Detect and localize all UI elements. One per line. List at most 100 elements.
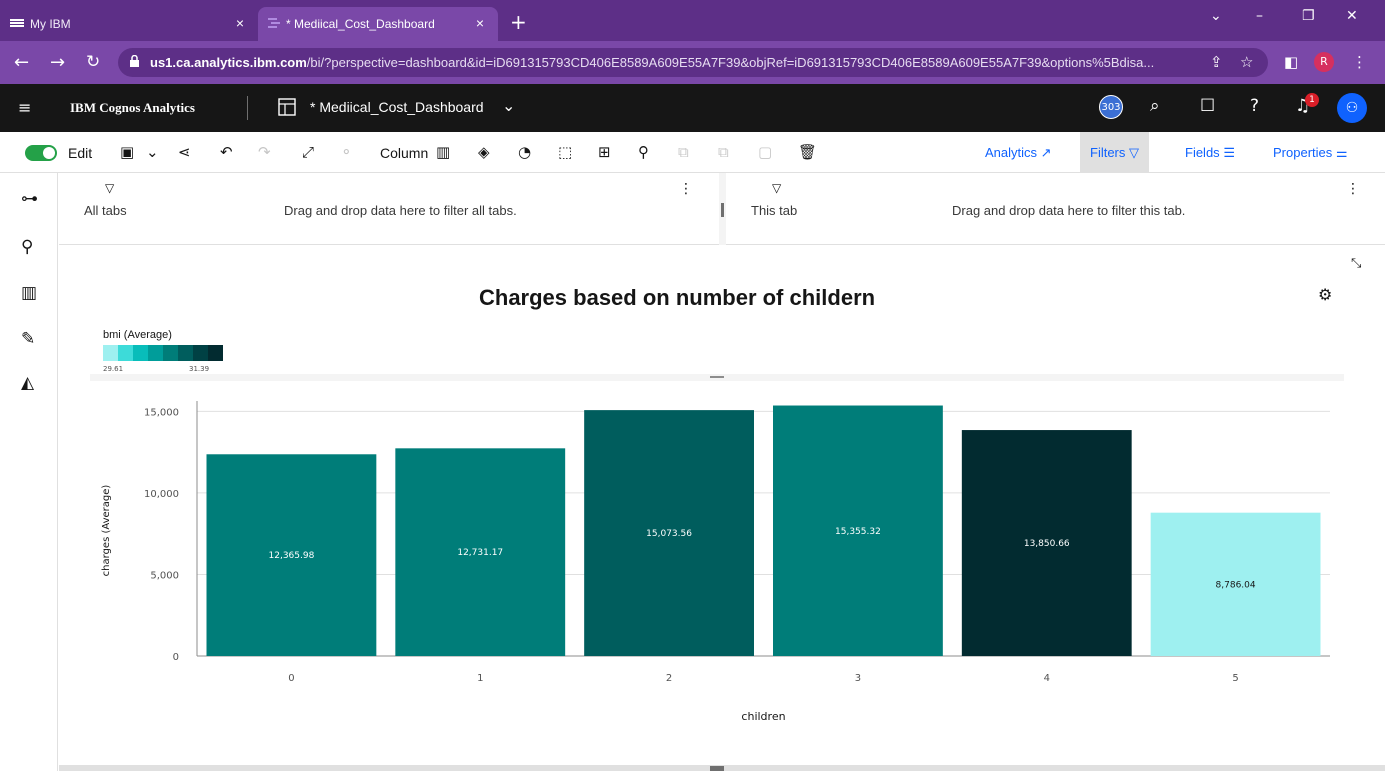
visualization-type-label[interactable]: Column [380,145,428,161]
dashboard-title[interactable]: * Mediical_Cost_Dashboard [310,99,484,115]
share-icon[interactable]: ⋖ [178,143,191,161]
data-label: 15,355.32 [835,527,881,537]
undo-icon[interactable]: ↶ [220,143,233,161]
notification-badge: 1 [1305,93,1319,107]
more-options-icon[interactable]: ⋮ [1346,181,1360,197]
restore-icon[interactable]: ❐ [1302,8,1315,24]
color-palette-icon[interactable]: ◈ [478,143,490,161]
visualization-settings-icon[interactable]: ⚙ [1318,285,1332,304]
expand-icon[interactable]: ⤢ [302,143,314,161]
save-menu-chevron-icon[interactable]: ⌄ [146,143,159,161]
browser-menu-icon[interactable]: ⋮ [1352,53,1367,71]
share-icon[interactable]: ⇪ [1210,53,1223,71]
paste-icon: ▢ [758,143,773,161]
bookmark-star-icon[interactable]: ☆ [1240,53,1253,71]
left-rail: ⊶ ⚲ ▥ ✎ ◭ [0,173,58,771]
legend-title: bmi (Average) [103,329,172,341]
new-tab-button[interactable]: + [510,10,527,34]
browser-tab-my-ibm[interactable]: My IBM × [0,7,258,41]
lock-icon [130,55,139,67]
y-tick-label: 0 [173,652,179,663]
x-tick-label: 4 [1044,673,1050,684]
edit-mode-toggle[interactable] [25,145,57,161]
tab-analytics[interactable]: Analytics ↗ [975,132,1062,173]
data-label: 13,850.66 [1024,539,1070,549]
column-chart-icon[interactable]: ▥ [436,143,450,161]
search-icon[interactable]: ⌕ [1150,96,1160,116]
resize-grip-icon[interactable] [710,766,724,771]
legend-swatch [193,345,208,361]
tab-properties[interactable]: Properties ⚌ [1263,132,1358,173]
tab-fields-label: Fields [1185,145,1220,160]
close-tab-icon[interactable]: × [236,15,244,31]
this-tab-label: This tab [751,203,798,218]
toolbar: Edit ▣ ⌄ ⋖ ↶ ↷ ⤢ ⚬ Column ▥ ◈ ◔ ⬚ ⊞ ⚲ ⧉ … [0,132,1385,173]
address-bar: ← → ↻ us1.ca.analytics.ibm.com/bi/?persp… [0,41,1385,84]
tab-search-icon[interactable]: ⌄ [1210,8,1222,24]
dashboard-icon [278,98,296,116]
browser-tab-dashboard[interactable]: * Mediical_Cost_Dashboard × [258,7,498,41]
count-badge[interactable]: 303 [1099,95,1123,119]
timer-icon[interactable]: ◔ [518,143,531,161]
legend-swatch [163,345,178,361]
tab-analytics-label: Analytics [985,145,1038,160]
tab-fields[interactable]: Fields ☰ [1175,132,1245,173]
delete-icon[interactable]: 🗑 [798,143,817,161]
this-tab-filter-zone[interactable]: ▽ This tab Drag and drop data here to fi… [726,173,1385,245]
legend-swatch [103,345,118,361]
edit-label: Edit [68,145,93,161]
media-icon[interactable]: ◭ [21,373,34,393]
pin-icon[interactable]: ⚲ [638,143,649,161]
collapse-icon[interactable]: ⤡ [1351,256,1361,271]
user-avatar-icon[interactable]: ⚇ [1337,93,1367,123]
close-window-icon[interactable]: ✕ [1346,8,1358,24]
forward-icon[interactable]: → [50,52,65,73]
ibm-favicon-icon [10,19,24,27]
fields-icon: ☰ [1223,145,1235,160]
back-icon[interactable]: ← [14,52,29,73]
side-panel-icon[interactable]: ◧ [1284,53,1298,71]
all-tabs-filter-zone[interactable]: ▽ All tabs Drag and drop data here to fi… [59,173,719,245]
legend-swatch [178,345,193,361]
app-name[interactable]: IBM Cognos Analytics [70,100,195,116]
data-tree-icon[interactable]: ⊶ [21,189,38,209]
table-icon[interactable]: ⊞ [598,143,611,161]
y-tick-label: 10,000 [144,489,179,500]
reload-icon[interactable]: ↻ [86,52,100,72]
legend-swatch [118,345,133,361]
browser-tab-strip: My IBM × * Mediical_Cost_Dashboard × + ⌄… [0,0,1385,41]
minimize-icon[interactable]: – [1256,8,1263,24]
visualizations-icon[interactable]: ▥ [21,283,37,303]
legend-swatch [148,345,163,361]
x-tick-label: 1 [477,673,483,684]
chevron-down-icon[interactable]: ⌄ [502,96,515,115]
legend-min-value: 29.61 [103,365,124,373]
connect-icon: ⚬ [340,143,353,161]
url-field[interactable]: us1.ca.analytics.ibm.com/bi/?perspective… [118,48,1268,77]
more-options-icon[interactable]: ⋮ [679,181,693,197]
legend-max-value: 31.39 [189,365,210,373]
url-text: us1.ca.analytics.ibm.com/bi/?perspective… [150,55,1154,70]
data-label: 8,786.04 [1216,580,1256,590]
help-icon[interactable]: ? [1250,96,1259,116]
assets-icon[interactable]: ✎ [21,329,35,349]
properties-icon: ⚌ [1335,145,1348,160]
y-axis-title: charges (Average) [101,485,112,577]
profile-avatar[interactable]: R [1314,52,1334,72]
close-tab-icon[interactable]: × [476,15,484,31]
tab-filters[interactable]: Filters ▽ [1080,132,1150,173]
url-host: us1.ca.analytics.ibm.com [150,55,307,70]
y-tick-label: 15,000 [144,407,179,418]
resize-grip-icon[interactable] [710,376,724,378]
chart-title[interactable]: Charges based on number of childern [479,285,875,311]
filter-icon: ▽ [772,181,782,195]
data-label: 12,365.98 [269,551,315,561]
chat-icon[interactable]: ☐ [1200,96,1215,116]
save-icon[interactable]: ▣ [120,143,134,161]
resize-grip-icon[interactable] [721,203,724,217]
select-area-icon[interactable]: ⬚ [558,143,572,161]
legend-swatch [133,345,148,361]
pin-icon[interactable]: ⚲ [21,237,33,257]
hamburger-menu-icon[interactable]: ≡ [18,98,31,117]
bar-chart[interactable]: 0 5,000 10,000 15,000 12,365.98 0 12,731.17 1 15… [90,395,1350,735]
